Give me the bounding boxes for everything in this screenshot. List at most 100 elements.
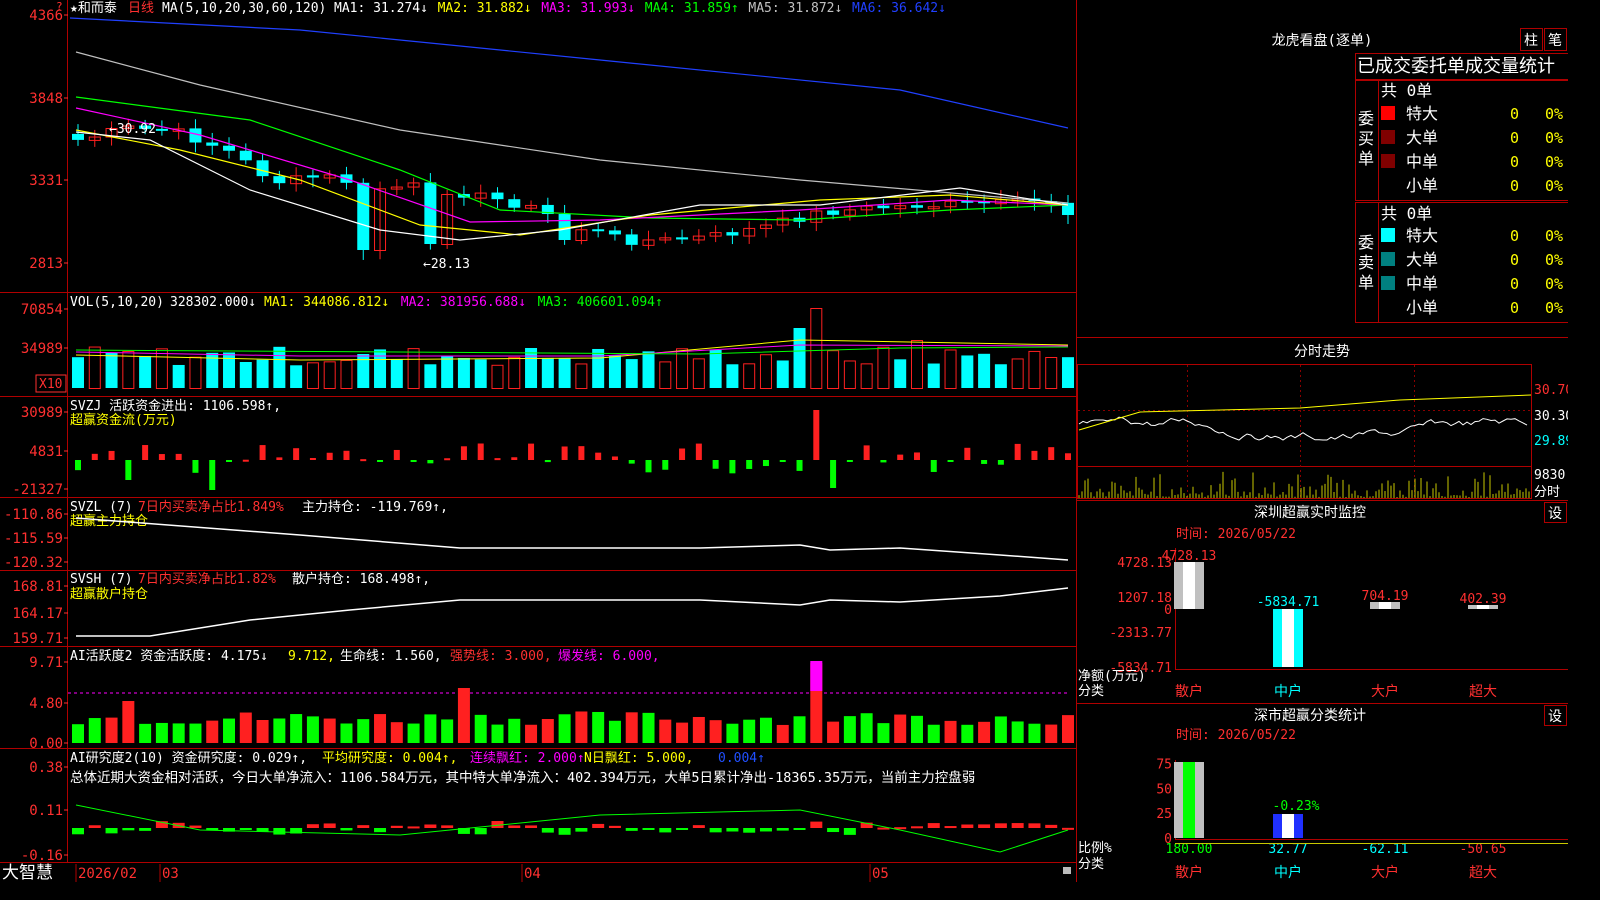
- ai-research-bar: [927, 823, 940, 828]
- svzj-tick-1: 4831: [29, 444, 63, 460]
- flow-bar: [343, 450, 350, 460]
- candle-body: [273, 176, 286, 184]
- ai-research-bar: [592, 823, 605, 828]
- volume-bar: [1062, 357, 1074, 388]
- monitor-category-大户: 大户: [1371, 683, 1399, 700]
- monitor-category-散户: 散户: [1175, 683, 1203, 700]
- monitor-title: 深圳超赢实时监控: [1254, 504, 1366, 521]
- svzj-title[interactable]: SVZJ 活跃资金进出: 1106.598↑,: [70, 398, 281, 414]
- ai-active-bar: [374, 714, 387, 743]
- ai-research-bar: [441, 825, 454, 828]
- sell-row-count-1: 0: [1510, 251, 1519, 269]
- ai-research-bar: [793, 828, 806, 830]
- ai-active-bar: [189, 723, 202, 743]
- monitor-y-labels: 4728.131207.180-2313.77-5834.71: [1109, 556, 1172, 676]
- flow-bar: [1048, 447, 1055, 460]
- volume-bar: [1011, 358, 1024, 390]
- period-label[interactable]: 日线: [128, 1, 154, 16]
- buy-row-pct-3: 0%: [1545, 177, 1563, 195]
- svzl-tick-0: -110.86: [4, 507, 63, 523]
- ai-research-bar: [978, 824, 991, 828]
- volume-bar: [692, 358, 705, 390]
- flow-bar: [930, 460, 937, 472]
- lock-icon[interactable]: [1063, 867, 1071, 874]
- svzj-tick-2: -21327: [12, 482, 63, 498]
- svsh-title-c: 散户持仓: 168.498↑,: [292, 571, 430, 587]
- ai-active-burst: [810, 661, 823, 691]
- ai-active-bar: [223, 718, 236, 743]
- volume-bar: [508, 356, 521, 390]
- ai-active-bar: [290, 714, 303, 743]
- stock-name[interactable]: ★和而泰: [70, 1, 117, 16]
- volume-bar: [978, 353, 991, 388]
- flow-bar: [209, 460, 216, 490]
- buy-row-count-1: 0: [1510, 129, 1519, 147]
- svzl-title-a[interactable]: SVZL (7): [70, 500, 133, 515]
- ai-active-bar: [491, 724, 504, 743]
- capital-flow-chart[interactable]: [75, 410, 1071, 490]
- ai-research-bar: [424, 824, 437, 828]
- classify-category-散户: 散户: [1175, 864, 1203, 881]
- volume-bar: [306, 362, 319, 390]
- flow-bar: [796, 460, 803, 471]
- classify-value-散户: 180.00: [1166, 842, 1213, 857]
- ai-research-bar: [390, 825, 403, 828]
- candle-body: [592, 229, 605, 232]
- main-force-chart[interactable]: [75, 517, 1069, 561]
- candle-body: [239, 150, 252, 161]
- brand-logo[interactable]: 大智慧: [2, 863, 53, 882]
- ai-active-bar: [793, 716, 806, 743]
- volume-bar: [676, 348, 689, 390]
- ai-active-tick-1: 4.80: [29, 696, 63, 712]
- intraday-title: 分时走势: [1294, 344, 1350, 360]
- flow-bar: [528, 443, 535, 460]
- bar-mode-label: 柱: [1524, 33, 1538, 49]
- svsh-title-a[interactable]: SVSH (7): [70, 572, 133, 587]
- flow-bar: [142, 445, 149, 460]
- ai-active-bar: [424, 714, 437, 743]
- ai-research-bar: [374, 828, 387, 833]
- ai-active-bar: [357, 719, 370, 743]
- ai-research-title[interactable]: AI研究度2(10) 资金研究度: 0.029↑,: [70, 750, 307, 766]
- buy-row-pct-2: 0%: [1545, 153, 1563, 171]
- vol-legend-item-2: MA2: 381956.688↓: [401, 295, 526, 310]
- monitor-bar-chart[interactable]: 4728.13 散户 -5834.71 中户 704.19 大户 402.39 超大: [1162, 549, 1507, 700]
- sell-row-pct-1: 0%: [1545, 251, 1563, 269]
- vol-tick-0: 70854: [21, 302, 63, 318]
- ai-active-bar: [927, 724, 940, 743]
- volume-chart[interactable]: [72, 308, 1074, 390]
- kline-chart[interactable]: [69, 17, 1074, 260]
- classify-settings-label: 设: [1548, 709, 1562, 725]
- ai-active-bar: [575, 711, 588, 743]
- sell-row-swatch-0: [1381, 228, 1395, 242]
- volume-bar: [290, 365, 303, 388]
- ai-research-bar: [827, 828, 840, 833]
- ai-research-bar: [759, 828, 772, 832]
- retail-chart[interactable]: [76, 587, 1069, 637]
- ai-research-chart[interactable]: [72, 804, 1074, 853]
- vol-title[interactable]: VOL(5,10,20): [70, 295, 164, 310]
- ai-active-title[interactable]: AI活跃度2 资金活跃度: 4.175↓: [70, 648, 268, 664]
- ai-research-bar: [1028, 823, 1041, 828]
- ai-active-chart[interactable]: [68, 661, 1074, 743]
- ai-active-bar: [390, 722, 403, 743]
- ai-active-bar: [105, 717, 118, 743]
- candle-body: [877, 205, 890, 209]
- volume-bar: [541, 357, 554, 388]
- settings-icon[interactable]: ?: [56, 0, 63, 13]
- ai-research-bar: [608, 825, 621, 828]
- svsh-tick-2: 159.71: [12, 631, 63, 647]
- ai-active-bar: [676, 722, 689, 743]
- flow-bar: [729, 460, 736, 474]
- classify-time: 时间: 2026/05/22: [1176, 728, 1296, 743]
- ai-research-bar: [189, 825, 202, 828]
- buy-row-swatch-2: [1381, 154, 1395, 168]
- classify-bar-chart[interactable]: 180.00 散户 32.77 中户 -62.11 大户 -50.65 超大 -0.23%: [1166, 762, 1568, 881]
- svzl-title-c: 主力持仓: -119.769↑,: [302, 500, 448, 515]
- volume-bar: [474, 359, 487, 388]
- ai-research-bar: [340, 828, 353, 831]
- flow-bar: [679, 448, 686, 460]
- flow-bar: [226, 460, 233, 462]
- buy-row-pct-0: 0%: [1545, 105, 1563, 123]
- intraday-price-mid: 30.30: [1534, 409, 1568, 424]
